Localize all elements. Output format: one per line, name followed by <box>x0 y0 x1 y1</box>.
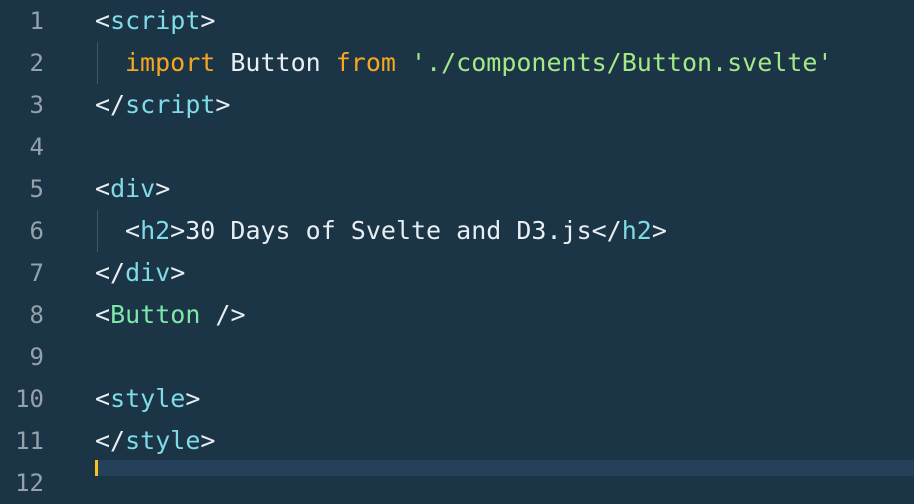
code-line[interactable]: </style> <box>95 420 215 462</box>
tag-name: script <box>110 6 201 35</box>
keyword: from <box>335 48 396 77</box>
code-line[interactable]: </div> <box>95 252 185 294</box>
indent-guide <box>97 42 98 84</box>
code-line[interactable]: <Button /> <box>95 294 246 336</box>
tag-bracket: > <box>651 216 667 245</box>
tag-bracket: < <box>125 216 141 245</box>
text-content: 30 Days of Svelte and D3.js <box>185 216 592 245</box>
tag-bracket: < <box>95 384 111 413</box>
tag-bracket: > <box>215 90 231 119</box>
line-number: 8 <box>29 301 44 329</box>
tag-bracket: > <box>155 174 171 203</box>
line-number: 9 <box>29 343 44 371</box>
code-line[interactable]: <h2>30 Days of Svelte and D3.js</h2> <box>125 210 667 252</box>
string-literal: './components/Button.svelte' <box>411 48 833 77</box>
line-number-gutter: 1 2 3 4 5 6 7 8 9 10 11 12 <box>0 0 78 497</box>
line-number: 5 <box>29 175 44 203</box>
keyword: import <box>125 48 216 77</box>
tag-name: div <box>125 258 171 287</box>
tag-name: script <box>125 90 216 119</box>
identifier: Button <box>215 48 336 77</box>
tag-bracket: </ <box>591 216 622 245</box>
line-number: 11 <box>15 427 44 455</box>
tag-bracket: </ <box>95 258 126 287</box>
tag-bracket: > <box>170 258 186 287</box>
code-area[interactable]: <script> import Button from './component… <box>95 0 914 476</box>
line-number: 2 <box>29 49 44 77</box>
code-line[interactable]: <div> <box>95 168 170 210</box>
line-number: 6 <box>29 217 44 245</box>
tag-name: style <box>110 384 186 413</box>
line-number: 7 <box>29 259 44 287</box>
tag-bracket: </ <box>95 426 126 455</box>
tag-bracket: < <box>95 6 111 35</box>
tag-bracket: < <box>95 174 111 203</box>
line-number: 1 <box>29 7 44 35</box>
tag-name: div <box>110 174 156 203</box>
tag-bracket: </ <box>95 90 126 119</box>
line-number: 12 <box>15 469 44 497</box>
tag-bracket: /> <box>200 300 246 329</box>
code-line[interactable]: <style> <box>95 378 200 420</box>
tag-bracket: > <box>185 384 201 413</box>
tag-bracket: > <box>170 216 186 245</box>
tag-bracket: > <box>200 6 216 35</box>
line-number: 3 <box>29 91 44 119</box>
component-name: Button <box>110 300 201 329</box>
tag-bracket: < <box>95 300 111 329</box>
code-line[interactable]: import Button from './components/Button.… <box>125 42 832 84</box>
code-line[interactable]: </script> <box>95 84 230 126</box>
code-line[interactable]: <script> <box>95 0 215 42</box>
tag-name: style <box>125 426 201 455</box>
tag-name: h2 <box>140 216 171 245</box>
line-number: 10 <box>15 385 44 413</box>
tag-name: h2 <box>621 216 652 245</box>
code-editor[interactable]: 1 2 3 4 5 6 7 8 9 10 11 12 <script> impo… <box>0 0 914 497</box>
indent-guide <box>97 210 98 252</box>
tag-bracket: > <box>200 426 216 455</box>
line-number: 4 <box>29 133 44 161</box>
